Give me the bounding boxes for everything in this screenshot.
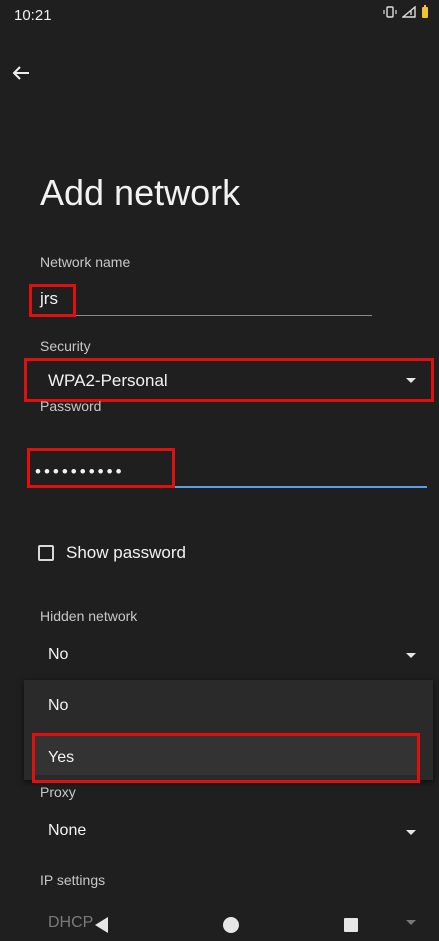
hidden-network-value: No: [48, 646, 69, 663]
network-name-label: Network name: [40, 254, 131, 270]
security-label: Security: [40, 338, 91, 354]
show-password-checkbox[interactable]: Show password: [38, 542, 218, 564]
page-title: Add network: [40, 172, 241, 213]
network-name-input[interactable]: [40, 284, 372, 316]
navigation-bar: [0, 880, 439, 941]
signal-icon: [402, 6, 416, 18]
security-highlight: [24, 358, 434, 402]
proxy-label: Proxy: [40, 784, 76, 800]
chevron-down-icon: [406, 830, 416, 835]
proxy-value: None: [48, 822, 87, 839]
password-input[interactable]: [27, 448, 427, 488]
arrow-left-icon: [12, 66, 29, 80]
password-label: Password: [40, 398, 102, 414]
back-icon[interactable]: [92, 915, 112, 935]
status-time: 10:21: [14, 7, 52, 24]
proxy-dropdown[interactable]: None: [24, 815, 434, 849]
recents-icon[interactable]: [343, 917, 359, 933]
back-button[interactable]: [10, 62, 38, 86]
battery-icon: [422, 5, 428, 18]
hidden-network-label: Hidden network: [40, 608, 138, 624]
show-password-label: Show password: [66, 543, 187, 562]
option-no[interactable]: No: [48, 697, 68, 715]
hidden-network-dropdown[interactable]: No: [24, 640, 434, 674]
vibrate-icon: [383, 6, 397, 18]
checkbox-icon: [38, 545, 54, 561]
chevron-down-icon: [406, 653, 416, 658]
option-yes-highlight: [32, 733, 420, 783]
status-icons: [383, 5, 429, 19]
home-icon[interactable]: [222, 916, 240, 934]
